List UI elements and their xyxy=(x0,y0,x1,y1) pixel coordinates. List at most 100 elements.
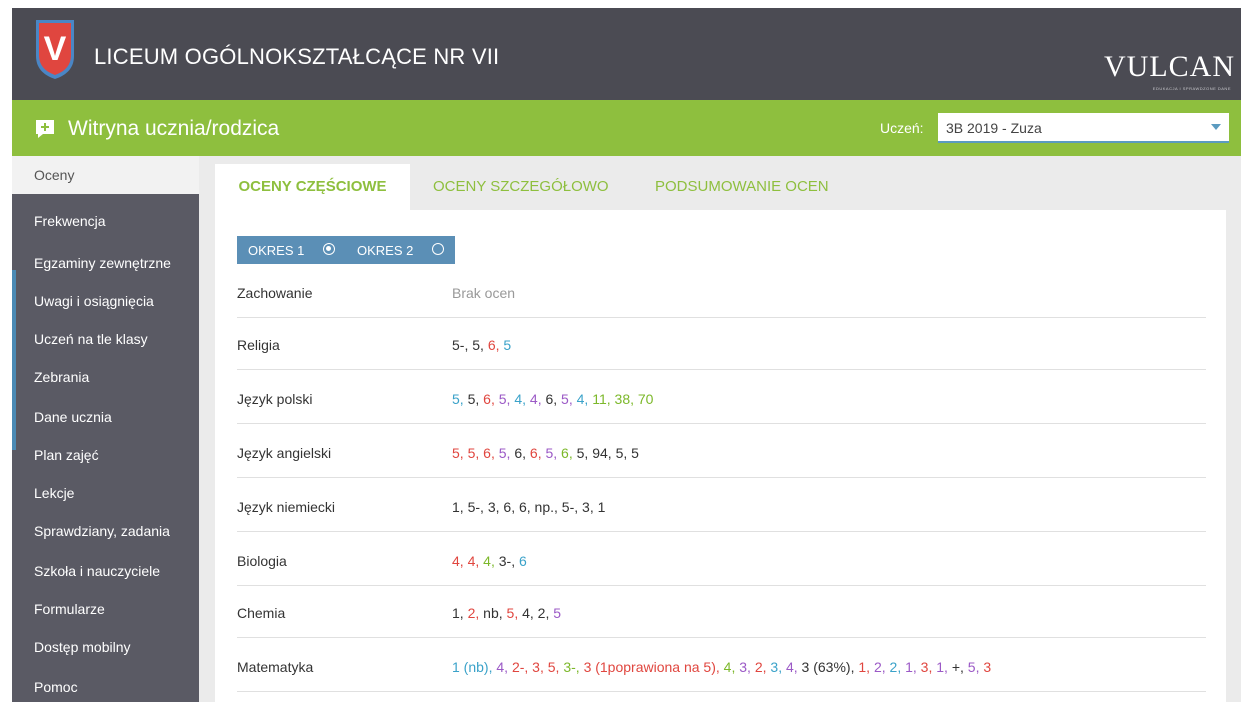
grade[interactable]: 3 xyxy=(983,659,991,675)
grade[interactable]: 3 xyxy=(582,499,590,515)
grade[interactable]: 6 xyxy=(530,445,538,461)
period-2-label[interactable]: OKRES 2 xyxy=(357,243,413,258)
grade-separator: , xyxy=(459,391,468,407)
grade[interactable]: 5 xyxy=(631,445,639,461)
subject-row: Matematyka 1 (nb), 4, 2-, 3, 5, 3-, 3 (1p… xyxy=(237,638,1206,692)
grade-separator: , xyxy=(529,605,538,621)
period-2-radio[interactable] xyxy=(432,243,444,255)
grade[interactable]: 5- xyxy=(452,337,464,353)
grade[interactable]: 1 xyxy=(598,499,606,515)
grade[interactable]: nb xyxy=(483,605,499,621)
sidebar-item[interactable]: Plan zajęć xyxy=(12,436,199,474)
grade[interactable]: 3- xyxy=(499,553,511,569)
tab-oceny-czesciowe[interactable]: OCENY CZĘŚCIOWE xyxy=(215,164,410,210)
grade[interactable]: 5 xyxy=(472,337,480,353)
grade[interactable]: 2 xyxy=(755,659,763,675)
subject-name: Matematyka xyxy=(237,659,314,675)
grade-separator: , xyxy=(866,659,874,675)
grade[interactable]: 1 xyxy=(858,659,866,675)
grade[interactable]: 3 (1poprawiona na 5) xyxy=(584,659,716,675)
sidebar-item[interactable]: Lekcje xyxy=(12,474,199,512)
grade[interactable]: 6 xyxy=(561,445,569,461)
sidebar-item[interactable]: Uwagi i osiągnięcia xyxy=(12,282,199,320)
grade[interactable]: 6 xyxy=(488,337,496,353)
grade[interactable]: 2 xyxy=(874,659,882,675)
grade[interactable]: 1 xyxy=(452,605,460,621)
grade[interactable]: 3 xyxy=(532,659,540,675)
sidebar-scroll-indicator xyxy=(12,270,16,450)
grade[interactable]: 4 xyxy=(530,391,538,407)
grade[interactable]: 5 xyxy=(452,445,460,461)
tab-oceny-szczegolowo[interactable]: OCENY SZCZEGÓŁOWO xyxy=(433,164,609,210)
tab-podsumowanie-ocen[interactable]: PODSUMOWANIE OCEN xyxy=(655,164,829,210)
period-1-label[interactable]: OKRES 1 xyxy=(248,243,304,258)
grade-separator: , xyxy=(511,499,519,515)
grade[interactable]: 4 xyxy=(483,553,491,569)
sidebar-item[interactable]: Uczeń na tle klasy xyxy=(12,320,199,358)
grade[interactable]: 5 xyxy=(561,391,569,407)
grade[interactable]: + xyxy=(952,659,960,675)
grade[interactable]: 3 (63%) xyxy=(802,659,851,675)
grade[interactable]: 5 xyxy=(452,391,460,407)
sidebar-item[interactable]: Sprawdziany, zadania xyxy=(12,512,199,550)
sidebar-item[interactable]: Dane ucznia xyxy=(12,398,199,436)
grade[interactable]: 3 xyxy=(488,499,496,515)
grade[interactable]: 4 xyxy=(786,659,794,675)
grade[interactable]: 70 xyxy=(638,391,654,407)
grade-separator: , xyxy=(459,605,468,621)
grade-separator: , xyxy=(568,445,577,461)
sidebar-item[interactable]: Frekwencja xyxy=(12,202,199,240)
grade-separator: , xyxy=(747,659,755,675)
grades-list: 5-, 5, 6, 5 xyxy=(452,337,511,353)
grade[interactable]: 4 xyxy=(496,659,504,675)
grade[interactable]: 3 xyxy=(739,659,747,675)
grade-separator: , xyxy=(490,445,499,461)
student-select[interactable]: 3B 2019 - Zuza xyxy=(938,113,1229,143)
grades-list: 1, 2, nb, 5, 4, 2, 5 xyxy=(452,605,561,621)
subject-name: Biologia xyxy=(237,553,287,569)
sidebar-item[interactable]: Dostęp mobilny xyxy=(12,628,199,666)
grade[interactable]: 4 xyxy=(522,605,530,621)
grade[interactable]: 1 xyxy=(936,659,944,675)
grade[interactable]: 6 xyxy=(519,499,527,515)
grade[interactable]: np. xyxy=(535,499,554,515)
sidebar-item[interactable]: Formularze xyxy=(12,590,199,628)
grade[interactable]: 5 xyxy=(503,337,511,353)
grade[interactable]: 2- xyxy=(512,659,524,675)
grade[interactable]: 6 xyxy=(514,445,522,461)
period-selector: OKRES 1 OKRES 2 xyxy=(237,236,455,264)
grade-separator: , xyxy=(606,391,615,407)
grade[interactable]: 4 xyxy=(452,553,460,569)
grade[interactable]: 6 xyxy=(483,445,491,461)
grade[interactable]: 94 xyxy=(592,445,608,461)
grade[interactable]: 1 xyxy=(452,499,460,515)
grade[interactable]: 11 xyxy=(592,391,607,407)
school-name: LICEUM OGÓLNOKSZTAŁCĄCE NR VII xyxy=(94,44,500,69)
subject-name: Język angielski xyxy=(237,445,332,461)
grade[interactable]: 6 xyxy=(519,553,527,569)
grade[interactable]: 5 xyxy=(499,445,507,461)
grade[interactable]: 38 xyxy=(615,391,631,407)
grade[interactable]: 5 xyxy=(968,659,976,675)
sidebar-item[interactable]: Zebrania xyxy=(12,358,199,396)
logo-letter: V xyxy=(44,30,67,68)
grade[interactable]: 1 (nb) xyxy=(452,659,489,675)
grade-separator: , xyxy=(490,391,499,407)
grade[interactable]: 6 xyxy=(483,391,491,407)
grade[interactable]: 5- xyxy=(468,499,480,515)
sidebar-item[interactable]: Oceny xyxy=(12,156,199,194)
grade[interactable]: 5 xyxy=(499,391,507,407)
sidebar-item[interactable]: Szkoła i nauczyciele xyxy=(12,552,199,590)
subject-row: Biologia 4, 4, 4, 3-, 6 xyxy=(237,532,1206,586)
vulcan-logo: VULCAN xyxy=(1104,50,1235,83)
grade[interactable]: 5 xyxy=(553,605,561,621)
grade[interactable]: 1 xyxy=(905,659,913,675)
sidebar-item[interactable]: Egzaminy zewnętrzne xyxy=(12,244,199,282)
grade[interactable]: 4 xyxy=(514,391,522,407)
grade[interactable]: 5 xyxy=(548,659,556,675)
period-1-radio[interactable] xyxy=(323,243,335,255)
grade[interactable]: 3- xyxy=(563,659,575,675)
sidebar-item[interactable]: Pomoc xyxy=(12,668,199,702)
subject-row: Religia 5-, 5, 6, 5 xyxy=(237,316,1206,370)
grade[interactable]: 5- xyxy=(562,499,574,515)
